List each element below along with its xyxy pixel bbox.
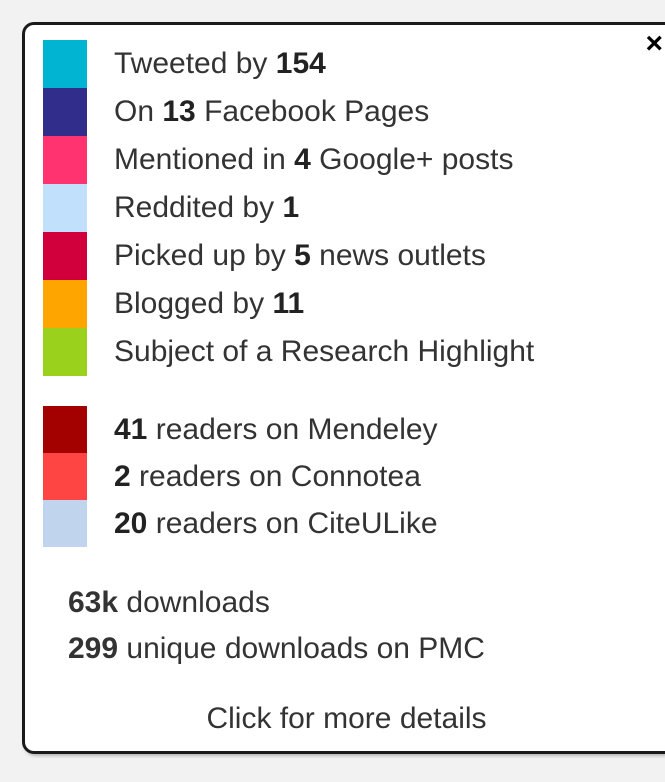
googleplus-color-swatch — [43, 136, 87, 184]
reader-label: 2 readers on Connotea — [114, 459, 421, 493]
source-label: Reddited by 1 — [114, 191, 300, 224]
mendeley-color-swatch — [43, 406, 87, 453]
blogs-color-swatch — [43, 280, 87, 328]
source-row-research-highlight: Subject of a Research Highlight — [43, 328, 534, 376]
reader-row-citeulike: 20 readers on CiteULike — [43, 500, 438, 547]
citeulike-color-swatch — [43, 500, 87, 547]
mention-sources-list: Tweeted by 154 On 13 Facebook Pages Ment… — [43, 40, 534, 376]
source-label: Picked up by 5 news outlets — [114, 239, 486, 272]
research-highlight-color-swatch — [43, 328, 87, 376]
downloads-pmc: 299 unique downloads on PMC — [68, 632, 485, 665]
source-row-news: Picked up by 5 news outlets — [43, 232, 534, 280]
source-label: Tweeted by 154 — [114, 47, 326, 80]
readers-list: 41 readers on Mendeley 2 readers on Conn… — [43, 406, 438, 547]
close-icon[interactable]: × — [645, 29, 663, 59]
downloads-list: 63k downloads 299 unique downloads on PM… — [68, 580, 485, 672]
source-row-twitter: Tweeted by 154 — [43, 40, 534, 88]
source-label: Subject of a Research Highlight — [114, 335, 535, 368]
facebook-color-swatch — [43, 88, 87, 136]
source-label: Mentioned in 4 Google+ posts — [114, 143, 514, 176]
source-row-facebook: On 13 Facebook Pages — [43, 88, 534, 136]
source-label: On 13 Facebook Pages — [114, 95, 430, 128]
altmetric-popup: × Tweeted by 154 On 13 Facebook Pages Me… — [22, 22, 665, 754]
source-row-blogs: Blogged by 11 — [43, 280, 534, 328]
connotea-color-swatch — [43, 453, 87, 500]
reader-label: 41 readers on Mendeley — [114, 412, 438, 446]
reader-label: 20 readers on CiteULike — [114, 506, 438, 540]
source-row-googleplus: Mentioned in 4 Google+ posts — [43, 136, 534, 184]
source-row-reddit: Reddited by 1 — [43, 184, 534, 232]
more-details-link[interactable]: Click for more details — [25, 702, 665, 736]
reddit-color-swatch — [43, 184, 87, 232]
reader-row-connotea: 2 readers on Connotea — [43, 453, 438, 500]
reader-row-mendeley: 41 readers on Mendeley — [43, 406, 438, 453]
downloads-total: 63k downloads — [68, 586, 270, 619]
news-color-swatch — [43, 232, 87, 280]
source-label: Blogged by 11 — [114, 287, 305, 320]
twitter-color-swatch — [43, 40, 87, 88]
